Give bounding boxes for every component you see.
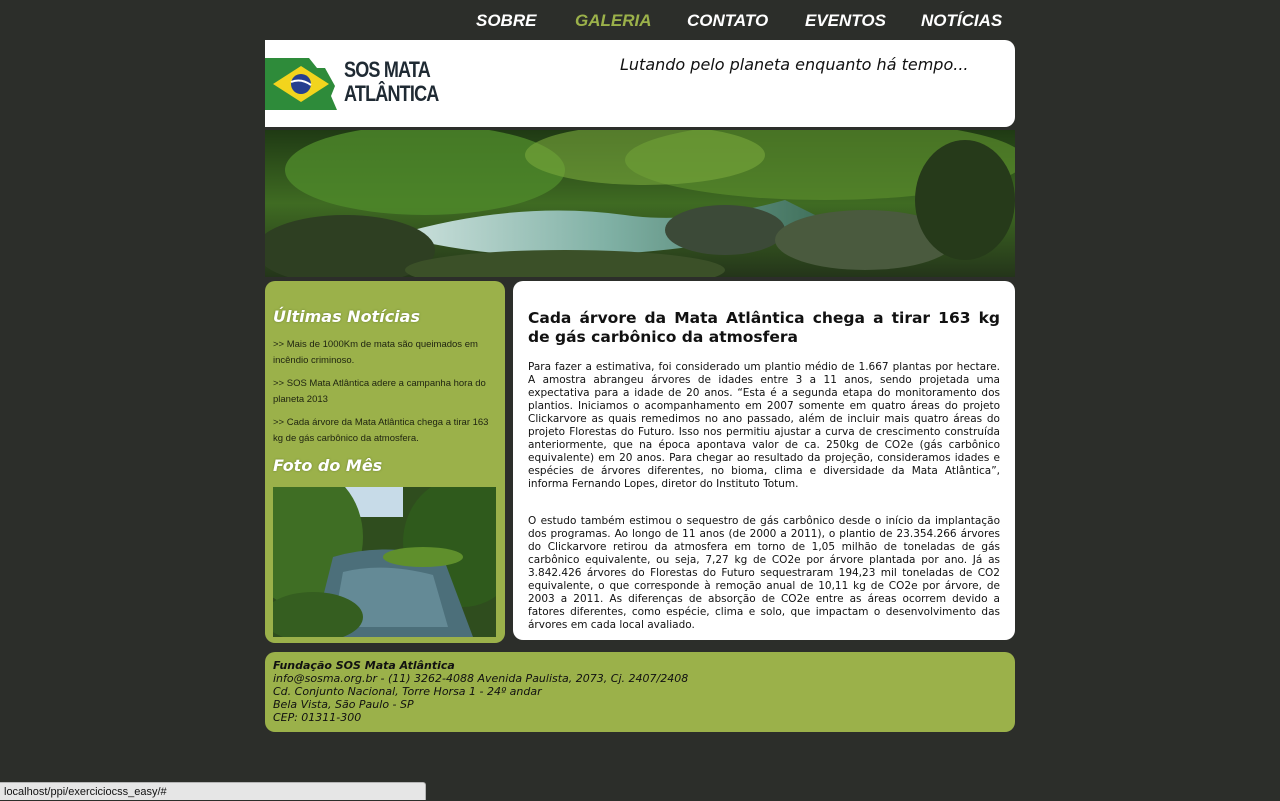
logo-text: SOS MATA ATLÂNTICA — [344, 57, 439, 106]
article-paragraph: Para fazer a estimativa, foi considerado… — [528, 361, 1000, 490]
nav-link-noticias[interactable]: NOTÍCIAS — [921, 11, 1002, 31]
latest-news-heading: Últimas Notícias — [273, 307, 420, 326]
site-footer: Fundação SOS Mata Atlântica info@sosma.o… — [265, 652, 1015, 732]
site-logo[interactable]: SOS MATA ATLÂNTICA — [265, 58, 465, 110]
news-item[interactable]: >> Cada árvore da Mata Atlântica chega a… — [273, 415, 498, 446]
main-article: Cada árvore da Mata Atlântica chega a ti… — [513, 281, 1015, 640]
nav-link-eventos[interactable]: EVENTOS — [805, 11, 886, 31]
photo-of-month-image — [273, 487, 496, 637]
sidebar: Últimas Notícias >> Mais de 1000Km de ma… — [265, 281, 505, 643]
site-tagline: Lutando pelo planeta enquanto há tempo..… — [620, 55, 969, 74]
logo-line-2: ATLÂNTICA — [344, 81, 439, 106]
nav-link-contato[interactable]: CONTATO — [687, 11, 768, 31]
article-title: Cada árvore da Mata Atlântica chega a ti… — [528, 309, 1000, 346]
brazil-flag-icon — [265, 58, 337, 110]
nav-link-sobre[interactable]: SOBRE — [476, 11, 536, 31]
site-header: SOS MATA ATLÂNTICA Lutando pelo planeta … — [265, 40, 1015, 127]
top-nav: SOBRE GALERIA CONTATO EVENTOS NOTÍCIAS — [0, 0, 1280, 40]
forest-river-image — [273, 487, 496, 637]
footer-address-line: Cd. Conjunto Nacional, Torre Horsa 1 - 2… — [273, 685, 542, 698]
footer-cep-line: CEP: 01311-300 — [273, 711, 362, 724]
photo-of-month-heading: Foto do Mês — [273, 456, 383, 475]
footer-contact-line: info@sosma.org.br - (11) 3262-4088 Aveni… — [273, 672, 689, 685]
logo-line-1: SOS MATA — [344, 57, 431, 82]
nav-link-galeria[interactable]: GALERIA — [575, 11, 652, 31]
article-paragraph: O estudo também estimou o sequestro de g… — [528, 515, 1000, 631]
footer-city-line: Bela Vista, São Paulo - SP — [273, 698, 414, 711]
banner-image — [265, 130, 1015, 277]
news-item[interactable]: >> Mais de 1000Km de mata são queimados … — [273, 337, 498, 368]
browser-status-bar: localhost/ppi/exerciciocss_easy/# — [0, 782, 426, 800]
footer-org-name: Fundação SOS Mata Atlântica — [273, 659, 455, 672]
forest-stream-banner — [265, 130, 1015, 277]
news-item[interactable]: >> SOS Mata Atlântica adere a campanha h… — [273, 376, 498, 407]
